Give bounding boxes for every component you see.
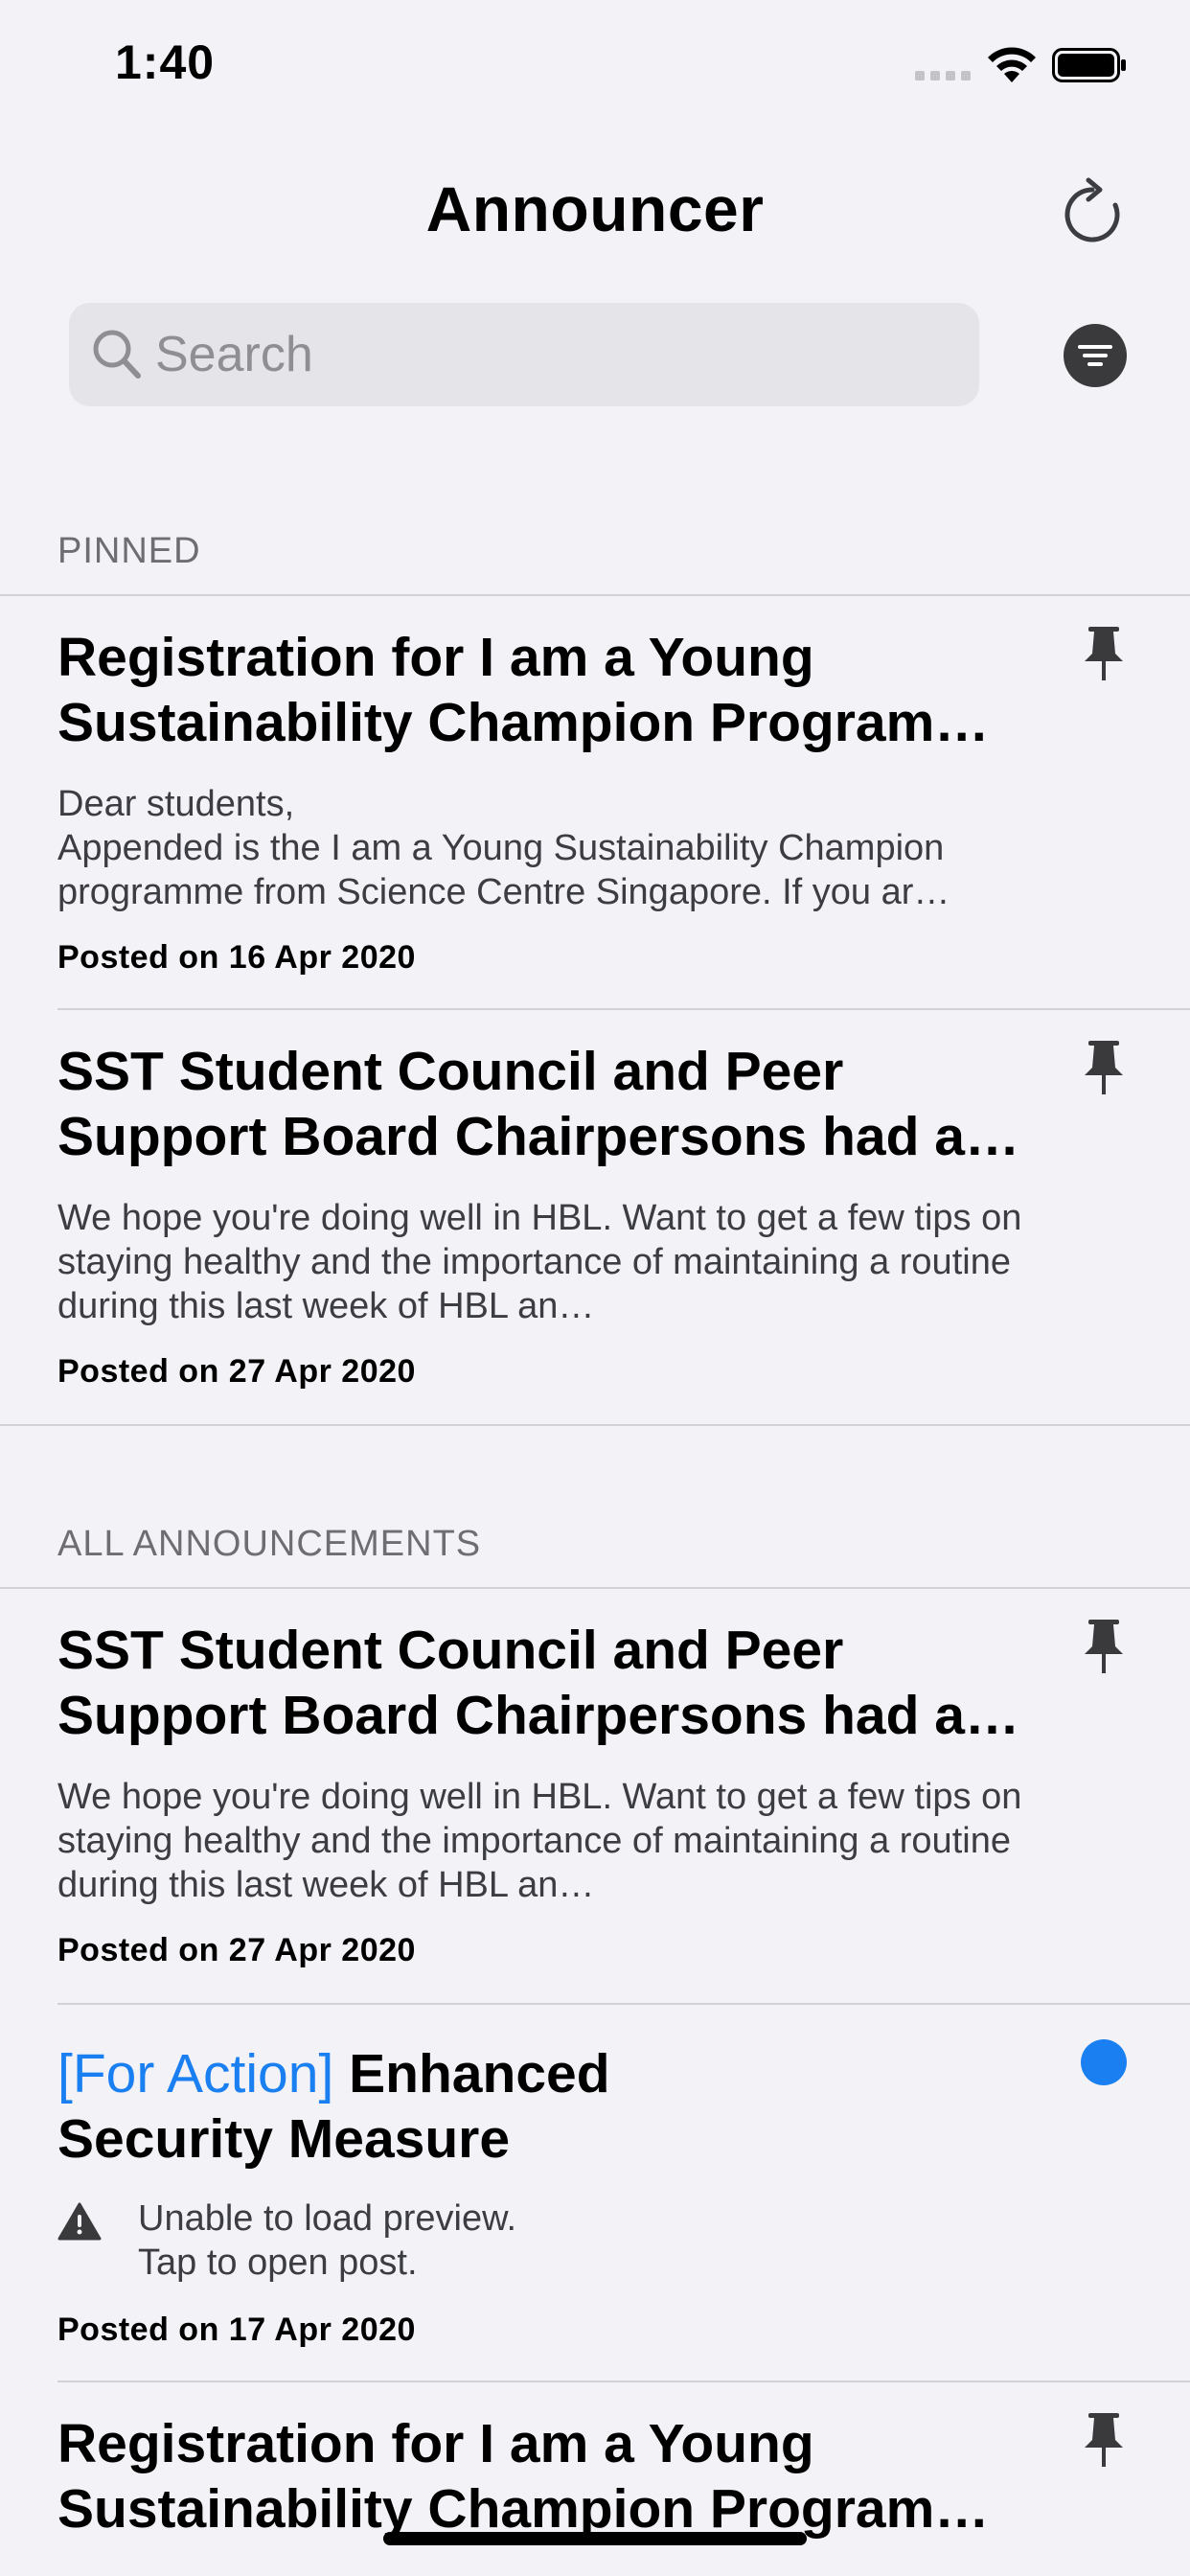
divider — [0, 1424, 1190, 1426]
announcement-preview: We hope you're doing well in HBL. Want t… — [57, 1777, 1022, 1905]
cellular-signal-icon — [915, 69, 971, 82]
announcement-title: SST Student Council and Peer Support Boa… — [57, 1620, 1019, 1746]
announcement-date: Posted on 17 Apr 2020 — [57, 2312, 416, 2348]
page-title: Announcer — [425, 173, 765, 244]
battery-icon — [1052, 48, 1126, 82]
search-bar[interactable] — [69, 303, 979, 406]
announcement-title: SST Student Council and Peer Support Boa… — [57, 1041, 1019, 1167]
search-icon — [93, 330, 141, 379]
filter-icon[interactable] — [1064, 324, 1127, 387]
announcement-title: Registration for I am a Young Sustainabi… — [57, 627, 990, 753]
section-header-all: ALL ANNOUNCEMENTS — [57, 1524, 482, 1564]
announcement-card[interactable]: [For Action] Enhanced Security Measure U… — [0, 2005, 1190, 2380]
pin-icon[interactable] — [1081, 2411, 1127, 2469]
warning-icon — [57, 2202, 102, 2241]
section-header-pinned: PINNED — [57, 531, 201, 571]
home-indicator[interactable] — [383, 2532, 807, 2545]
wifi-icon — [988, 47, 1036, 82]
pin-icon[interactable] — [1081, 1618, 1127, 1675]
announcement-title: Registration for I am a Young Sustainabi… — [57, 2413, 990, 2540]
search-input[interactable] — [155, 303, 960, 406]
refresh-icon[interactable] — [1060, 176, 1125, 249]
announcement-card[interactable]: Registration for I am a Young Sustainabi… — [0, 596, 1190, 1008]
announcement-title: [For Action] Enhanced Security Measure — [57, 2041, 728, 2172]
announcement-date: Posted on 27 Apr 2020 — [57, 1932, 416, 1968]
announcement-preview: Dear students, Appended is the I am a Yo… — [57, 784, 950, 912]
announcement-card[interactable]: Registration for I am a Young Sustainabi… — [0, 2382, 1190, 2576]
announcement-date: Posted on 27 Apr 2020 — [57, 1353, 416, 1390]
announcement-card[interactable]: SST Student Council and Peer Support Boa… — [0, 1010, 1190, 1422]
announcement-card[interactable]: SST Student Council and Peer Support Boa… — [0, 1589, 1190, 2001]
status-time: 1:40 — [115, 35, 216, 89]
action-tag: [For Action] — [57, 2043, 334, 2104]
announcement-date: Posted on 16 Apr 2020 — [57, 939, 416, 976]
announcement-preview: Unable to load preview. Tap to open post… — [138, 2198, 517, 2283]
announcer-screen: 1:40 Announcer PINNED Registration for I… — [0, 0, 1190, 2576]
pin-icon[interactable] — [1081, 1039, 1127, 1096]
unread-dot — [1081, 2039, 1127, 2085]
announcement-preview: We hope you're doing well in HBL. Want t… — [57, 1198, 1022, 1326]
pin-icon[interactable] — [1081, 625, 1127, 682]
